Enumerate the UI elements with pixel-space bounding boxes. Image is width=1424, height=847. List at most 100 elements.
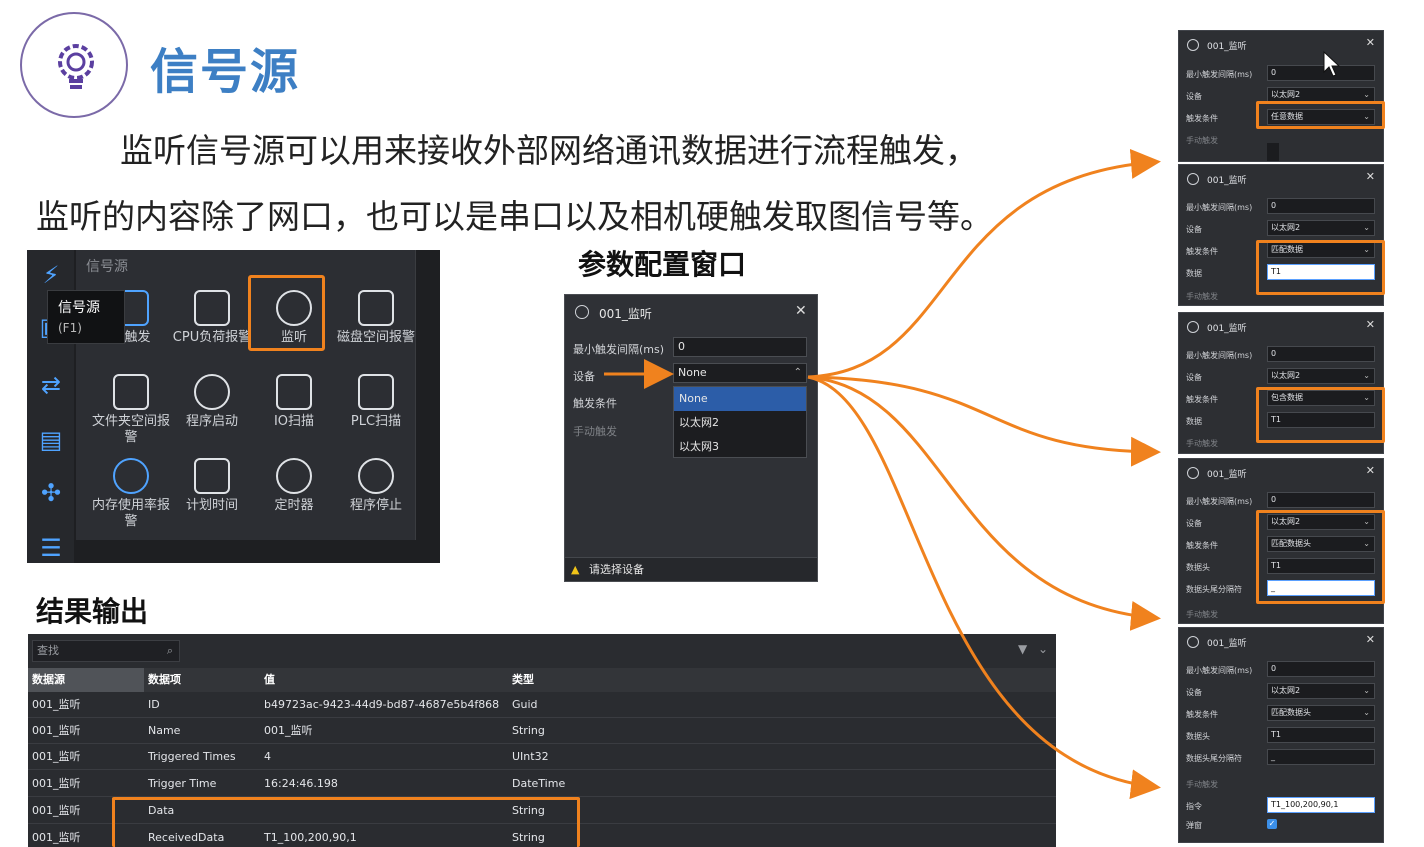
palette-item-plc-scan[interactable]: PLC扫描 [336, 370, 416, 450]
close-icon[interactable]: ✕ [1366, 170, 1375, 183]
column-header[interactable]: 数据源 [28, 668, 144, 692]
field-label: 触发条件 [1186, 541, 1218, 550]
manual-trigger-link[interactable]: 手动触发 [1186, 438, 1218, 449]
cell-value: b49723ac-9423-44d9-bd87-4687e5b4f868 [264, 698, 500, 711]
device-label: 设备 [573, 370, 595, 383]
config-status-bar: ▲ 请选择设备 [565, 557, 817, 581]
palette-header: 信号源 [86, 259, 128, 275]
filter-icon[interactable]: ▼ [1018, 642, 1027, 656]
lightbulb-gear-icon [58, 44, 94, 89]
logo-badge [20, 12, 128, 118]
column-header[interactable]: 类型 [508, 668, 708, 692]
swap-arrows-icon[interactable]: ⇄ [36, 370, 66, 400]
manual-trigger-link[interactable]: 手动触发 [1186, 291, 1218, 302]
tooltip-shortcut: (F1) [58, 321, 82, 335]
popup-checkbox[interactable]: ✓ [1267, 819, 1277, 829]
panel-title: 001_监听 [1207, 639, 1247, 649]
dropdown-option[interactable]: None [674, 387, 806, 411]
command-input[interactable]: T1_100,200,90,1 [1267, 797, 1375, 813]
column-header[interactable]: 值 [260, 668, 508, 692]
cell-item: Triggered Times [148, 750, 236, 763]
palette-item-disk-alarm[interactable]: 磁盘空间报警 [336, 286, 416, 366]
cell-type: UInt32 [512, 750, 549, 763]
table-row[interactable]: 001_监听 ID b49723ac-9423-44d9-bd87-4687e5… [28, 692, 1056, 718]
manual-trigger-link[interactable]: 手动触发 [1186, 135, 1218, 146]
satellite-dish-icon [1187, 321, 1199, 333]
palette-item-label: 磁盘空间报警 [336, 330, 415, 345]
satellite-dish-icon [575, 305, 589, 319]
dropdown-option[interactable]: 以太网2 [674, 411, 806, 435]
cell-source: 001_监听 [32, 724, 81, 737]
close-icon[interactable]: ✕ [1366, 633, 1375, 646]
manual-trigger-link[interactable]: 手动触发 [573, 423, 617, 439]
device-select[interactable]: None ⌃ [673, 363, 807, 383]
trigger-condition-select[interactable]: 匹配数据头 ⌄ [1267, 705, 1375, 721]
field-label: 数据 [1186, 269, 1202, 278]
close-icon[interactable]: ✕ [1366, 464, 1375, 477]
palette-item-label: 定时器 [274, 498, 314, 513]
palette-item-io-scan[interactable]: IO扫描 [254, 370, 334, 450]
device-select[interactable]: 以太网2 ⌄ [1267, 368, 1375, 384]
header-input[interactable]: T1 [1267, 727, 1375, 743]
timer-icon [276, 458, 312, 494]
field-label: 最小触发间隔(ms) [1186, 497, 1253, 506]
plc-scan-icon [358, 374, 394, 410]
select-value: 以太网2 [1271, 223, 1301, 232]
palette-item-cpu-alarm[interactable]: CPU负荷报警 [172, 286, 252, 366]
intro-line-2: 监听的内容除了网口，也可以是串口以及相机硬触发取图信号等。 [36, 197, 993, 236]
grid-icon[interactable]: ✣ [36, 478, 66, 508]
column-header[interactable]: 数据项 [144, 668, 260, 692]
close-icon[interactable]: ✕ [795, 303, 807, 319]
close-icon[interactable]: ✕ [1366, 318, 1375, 331]
scrollbar[interactable] [1267, 143, 1279, 161]
separator-input[interactable]: _ [1267, 749, 1375, 765]
select-value: 以太网2 [1271, 371, 1301, 380]
min-interval-input[interactable]: 0 [673, 337, 807, 357]
tooltip-title: 信号源 [58, 300, 100, 316]
palette-item-label: 程序启动 [185, 414, 238, 429]
min-interval-input[interactable]: 0 [1267, 198, 1375, 214]
search-placeholder: 查找 [37, 644, 59, 657]
dropdown-option[interactable]: 以太网3 [674, 435, 806, 459]
trigger-condition-label: 触发条件 [573, 397, 617, 410]
close-icon[interactable]: ✕ [1366, 36, 1375, 49]
lightning-icon[interactable]: ⚡ [36, 260, 66, 290]
device-select-value: None [678, 366, 707, 379]
min-interval-input[interactable]: 0 [1267, 65, 1375, 81]
palette-item-program-start[interactable]: 程序启动 [172, 370, 252, 450]
folder-alert-icon [113, 374, 149, 410]
field-label: 设备 [1186, 373, 1202, 382]
min-interval-input[interactable]: 0 [1267, 346, 1375, 362]
memory-pie-icon [113, 458, 149, 494]
highlight-data-rows [112, 797, 580, 847]
min-interval-input[interactable]: 0 [1267, 661, 1375, 677]
min-interval-input[interactable]: 0 [1267, 492, 1375, 508]
folder-icon[interactable]: ▤ [36, 425, 66, 455]
palette-item-timer[interactable]: 定时器 [254, 454, 334, 534]
table-row[interactable]: 001_监听 Triggered Times 4 UInt32 [28, 744, 1056, 770]
chevron-down-icon: ⌄ [1363, 686, 1370, 695]
chevron-down-icon[interactable]: ⌄ [1038, 642, 1048, 656]
sliders-icon[interactable]: ☰ [36, 533, 66, 563]
palette-item-label: 计划时间 [185, 498, 238, 513]
chevron-down-icon: ⌄ [1363, 708, 1370, 717]
manual-trigger-link[interactable]: 手动触发 [1186, 779, 1218, 790]
satellite-dish-icon [1187, 173, 1199, 185]
chevron-down-icon: ⌄ [1363, 90, 1370, 99]
manual-trigger-link[interactable]: 手动触发 [1186, 609, 1218, 620]
palette-item-memory-alarm[interactable]: 内存使用率报警 [91, 454, 171, 534]
cell-value: 001_监听 [264, 724, 313, 737]
search-input[interactable]: 查找 ⌕ [32, 640, 180, 662]
config-status-text: 请选择设备 [589, 563, 644, 576]
palette-item-folder-alarm[interactable]: 文件夹空间报警 [91, 370, 171, 450]
palette-item-program-stop[interactable]: 程序停止 [336, 454, 416, 534]
table-row[interactable]: 001_监听 Trigger Time 16:24:46.198 DateTim… [28, 771, 1056, 797]
device-select[interactable]: 以太网2 ⌄ [1267, 683, 1375, 699]
palette-item-schedule[interactable]: 计划时间 [172, 454, 252, 534]
field-label: 数据头 [1186, 732, 1210, 741]
highlight-trigger-header [1256, 510, 1385, 604]
highlight-trigger-any [1256, 101, 1385, 129]
table-row[interactable]: 001_监听 Name 001_监听 String [28, 718, 1056, 744]
device-select[interactable]: 以太网2 ⌄ [1267, 220, 1375, 236]
intro-line-1: 监听信号源可以用来接收外部网络通讯数据进行流程触发， [120, 131, 978, 170]
